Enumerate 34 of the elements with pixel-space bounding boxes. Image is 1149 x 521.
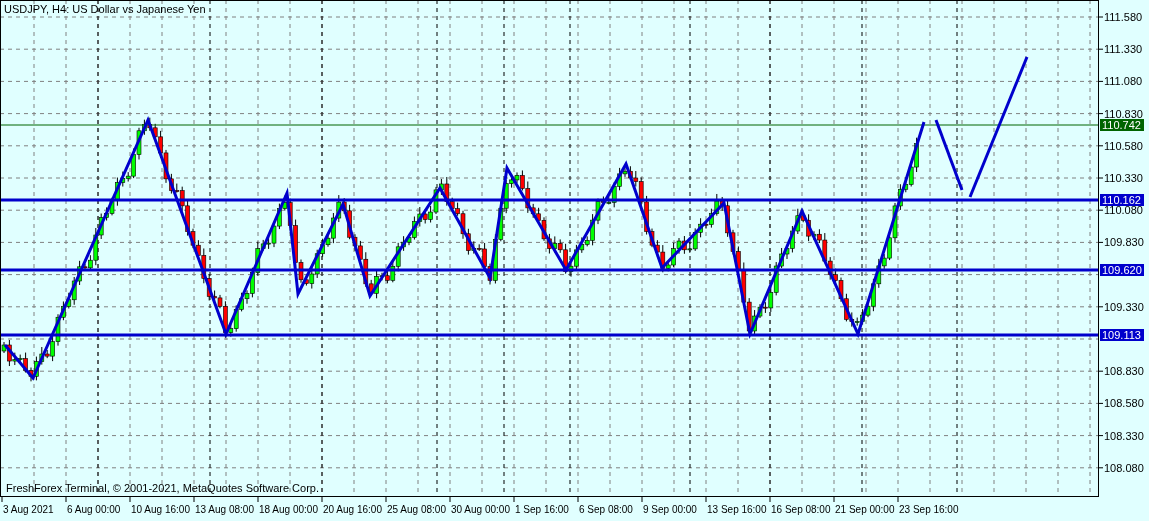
price-tag: 110.162 [1100, 194, 1144, 206]
price-tag: 109.113 [1100, 329, 1144, 341]
price-axis-label: 109.830 [1097, 236, 1144, 249]
time-axis-label: 30 Aug 00:00 [449, 495, 510, 515]
copyright-text: FreshForex Terminal, © 2001-2021, MetaQuotes Software Corp. [6, 482, 319, 494]
price-axis-label: 111.580 [1097, 11, 1143, 23]
time-axis-label: 9 Sep 00:00 [641, 495, 697, 515]
price-tag: 109.620 [1100, 264, 1144, 276]
price-axis-label: 108.580 [1097, 397, 1144, 410]
price-axis-label: 109.330 [1097, 300, 1144, 313]
price-axis-label: 111.330 [1097, 43, 1143, 56]
time-axis-label: 6 Sep 08:00 [577, 495, 633, 515]
time-axis-label: 13 Sep 16:00 [705, 495, 767, 515]
time-axis-label: 16 Sep 08:00 [769, 495, 831, 515]
price-axis-label: 110.330 [1097, 172, 1143, 184]
time-axis-label: 20 Aug 16:00 [321, 495, 382, 515]
time-axis-label: 21 Sep 00:00 [833, 495, 895, 515]
time-axis-label: 1 Sep 16:00 [513, 495, 569, 515]
time-axis-label: 23 Sep 16:00 [897, 495, 959, 515]
time-axis-label: 25 Aug 08:00 [385, 495, 446, 515]
time-axis-label: 6 Aug 00:00 [65, 495, 121, 515]
time-axis-label: 18 Aug 00:00 [257, 495, 318, 515]
time-axis-label: 13 Aug 08:00 [193, 495, 254, 515]
price-axis-label: 110.830 [1097, 107, 1143, 120]
price-axis-label: 108.330 [1097, 429, 1144, 442]
price-axis-label: 108.080 [1097, 461, 1144, 474]
price-axis-label: 110.080 [1097, 204, 1143, 217]
chart-title: USDJPY, H4: US Dollar vs Japanese Yen [4, 3, 206, 15]
price-axis-label: 111.080 [1097, 75, 1143, 88]
time-axis-label: 10 Aug 16:00 [129, 495, 190, 515]
price-axis-label: 108.830 [1097, 365, 1144, 378]
price-axis-label: 110.580 [1097, 139, 1143, 152]
price-tag: 110.742 [1100, 119, 1144, 131]
time-axis-label: 3 Aug 2021 [1, 495, 54, 515]
